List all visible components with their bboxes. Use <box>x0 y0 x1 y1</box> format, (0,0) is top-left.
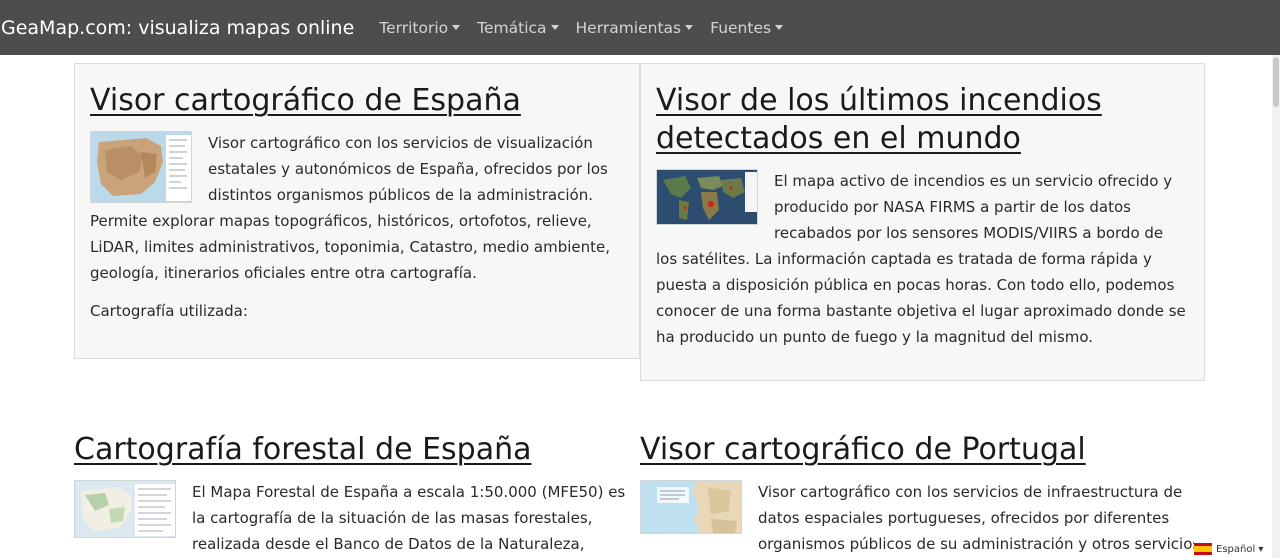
card-forestal-espana: Cartografía forestal de España El Mapa F… <box>74 431 634 558</box>
language-selector[interactable]: Español ▾ <box>1194 540 1268 558</box>
card-title-link[interactable]: Visor de los últimos incendios detectado… <box>656 82 1189 158</box>
site-brand[interactable]: GeaMap.com: visualiza mapas online <box>0 17 354 39</box>
nav-menu-label: Territorio <box>379 18 449 37</box>
nav-menu-fuentes[interactable]: Fuentes <box>710 18 784 37</box>
card-title-link[interactable]: Cartografía forestal de España <box>74 431 634 469</box>
card-title-link[interactable]: Visor cartográfico de Portugal <box>640 431 1205 469</box>
spain-map-image <box>91 132 191 202</box>
nav-menu-herramientas[interactable]: Herramientas <box>576 19 694 37</box>
spain-flag-icon <box>1194 543 1212 555</box>
nav-menu-label: Herramientas <box>575 18 682 37</box>
card-visor-portugal: Visor cartográfico de Portugal Visor car… <box>640 431 1205 558</box>
page-scrollbar[interactable] <box>1272 55 1280 558</box>
card-visor-espana: Visor cartográfico de España Visor carto… <box>74 63 640 359</box>
caret-down-icon <box>452 25 461 30</box>
fires-map-thumbnail[interactable] <box>656 169 758 225</box>
portugal-map-image <box>641 481 741 533</box>
nav-menu-label: Temática <box>477 18 547 37</box>
spain-map-thumbnail[interactable] <box>90 131 192 203</box>
forest-map-thumbnail[interactable] <box>74 480 176 538</box>
nav-menu-tematica[interactable]: Temática <box>477 18 559 37</box>
nav-menu-territorio[interactable]: Territorio <box>379 18 461 37</box>
card-visor-incendios: Visor de los últimos incendios detectado… <box>640 63 1205 381</box>
language-label: Español ▾ <box>1216 543 1264 555</box>
top-navbar: GeaMap.com: visualiza mapas online Terri… <box>0 0 1280 55</box>
caret-down-icon <box>775 25 784 30</box>
caret-down-icon <box>685 25 694 30</box>
card-title-link[interactable]: Visor cartográfico de España <box>90 82 624 120</box>
cartography-used-label: Cartografía utilizada: <box>90 302 248 320</box>
forest-map-image <box>75 481 175 537</box>
caret-down-icon <box>550 25 559 30</box>
world-fires-map-image <box>657 170 757 224</box>
nav-menu-label: Fuentes <box>710 18 772 37</box>
scrollbar-thumb[interactable] <box>1273 57 1279 107</box>
portugal-map-thumbnail[interactable] <box>640 480 742 534</box>
